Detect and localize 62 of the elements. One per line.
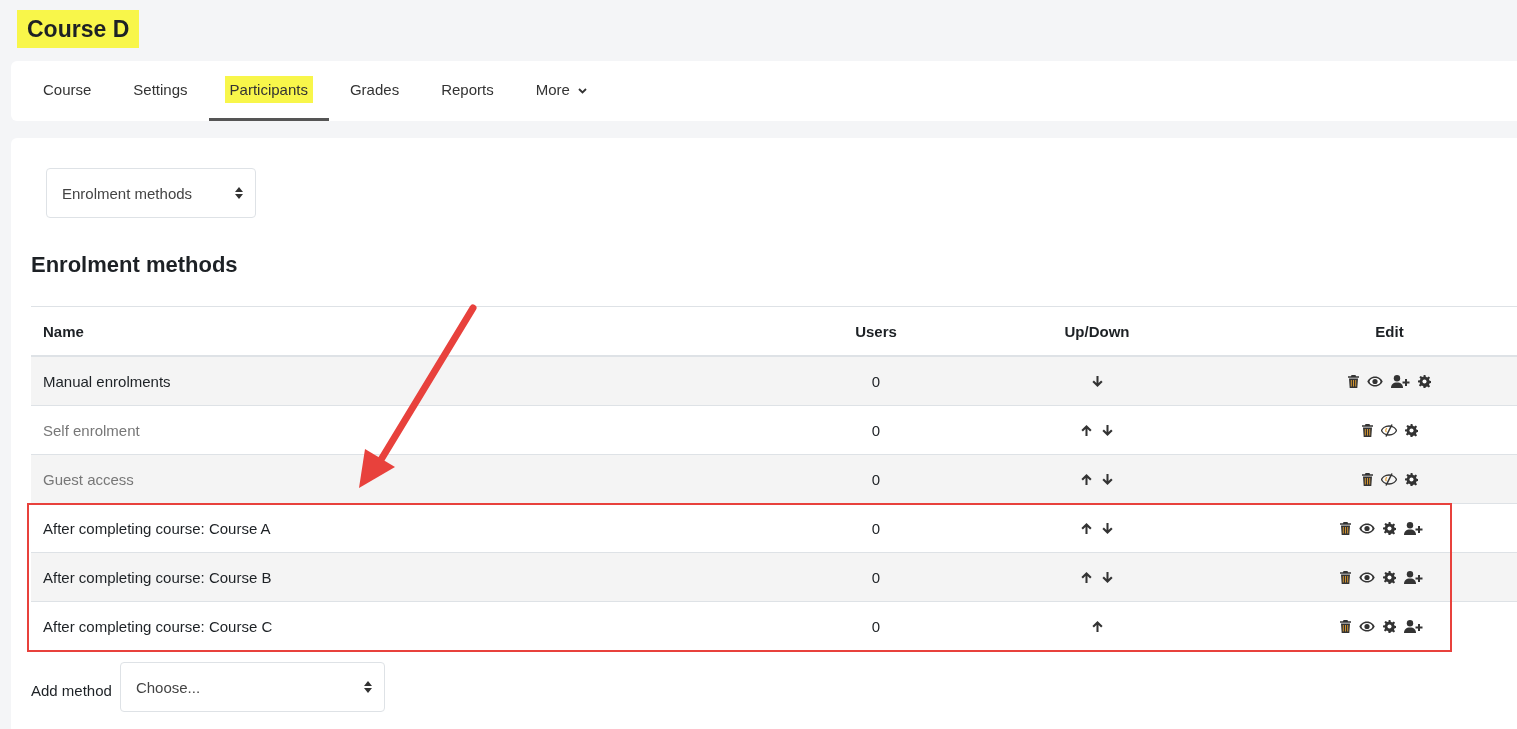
settings-icon[interactable]	[1383, 619, 1396, 633]
method-name: After completing course: Course A	[42, 518, 272, 539]
arrow-up-icon[interactable]	[1080, 423, 1093, 437]
eye-slash-icon[interactable]	[1380, 472, 1397, 486]
users-count: 0	[870, 420, 882, 441]
chevron-down-icon	[577, 87, 587, 94]
method-name: After completing course: Course B	[42, 567, 273, 588]
add-method-select[interactable]: Choose...	[119, 662, 385, 712]
arrow-up-icon[interactable]	[1080, 521, 1093, 535]
page-select[interactable]: Enrolment methods	[46, 168, 256, 218]
column-header: Edit	[1374, 321, 1405, 342]
users-count: 0	[870, 567, 882, 588]
column-header: Up/Down	[1063, 321, 1131, 342]
nav-tab[interactable]: Settings	[112, 61, 209, 121]
arrow-down-icon[interactable]	[1101, 472, 1114, 486]
arrow-down-icon[interactable]	[1101, 521, 1114, 535]
nav-tab[interactable]: Course	[22, 61, 113, 121]
column-header: Name	[42, 321, 85, 342]
nav-tab[interactable]: Participants	[208, 61, 329, 121]
sort-caret-icon	[363, 681, 372, 693]
nav-tab[interactable]: Grades	[328, 61, 421, 121]
settings-icon[interactable]	[1383, 570, 1396, 584]
user-plus-icon[interactable]	[1404, 619, 1423, 633]
eye-slash-icon[interactable]	[1380, 423, 1397, 437]
add-method-label: Add method	[31, 680, 112, 699]
method-name: Manual enrolments	[42, 371, 172, 392]
arrow-up-icon[interactable]	[1080, 570, 1093, 584]
arrow-down-icon[interactable]	[1090, 374, 1104, 388]
users-count: 0	[870, 371, 882, 392]
nav-tab[interactable]: Reports	[420, 61, 515, 121]
trash-icon[interactable]	[1340, 619, 1351, 633]
method-name: After completing course: Course C	[42, 616, 274, 637]
arrow-down-icon[interactable]	[1101, 570, 1114, 584]
user-plus-icon[interactable]	[1391, 374, 1410, 388]
arrow-up-icon[interactable]	[1090, 619, 1104, 633]
section-heading: Enrolment methods	[31, 252, 239, 279]
nav-tab[interactable]: More	[514, 61, 603, 121]
users-count: 0	[870, 616, 882, 637]
trash-icon[interactable]	[1348, 374, 1359, 388]
user-plus-icon[interactable]	[1404, 521, 1423, 535]
eye-icon[interactable]	[1359, 620, 1375, 632]
method-name: Guest access	[42, 469, 135, 490]
method-name: Self enrolment	[42, 420, 141, 441]
sort-caret-icon	[235, 187, 243, 199]
eye-icon[interactable]	[1367, 375, 1383, 387]
settings-icon[interactable]	[1404, 472, 1418, 486]
trash-icon[interactable]	[1361, 472, 1373, 486]
settings-icon[interactable]	[1383, 521, 1396, 535]
course-title: Course D	[17, 10, 140, 48]
trash-icon[interactable]	[1340, 570, 1351, 584]
settings-icon[interactable]	[1418, 374, 1431, 388]
eye-icon[interactable]	[1359, 571, 1375, 583]
trash-icon[interactable]	[1340, 521, 1351, 535]
settings-icon[interactable]	[1404, 423, 1418, 437]
eye-icon[interactable]	[1359, 522, 1375, 534]
user-plus-icon[interactable]	[1404, 570, 1423, 584]
users-count: 0	[870, 518, 882, 539]
arrow-up-icon[interactable]	[1080, 472, 1093, 486]
users-count: 0	[870, 469, 882, 490]
column-header: Users	[854, 321, 898, 342]
arrow-down-icon[interactable]	[1101, 423, 1114, 437]
trash-icon[interactable]	[1361, 423, 1373, 437]
